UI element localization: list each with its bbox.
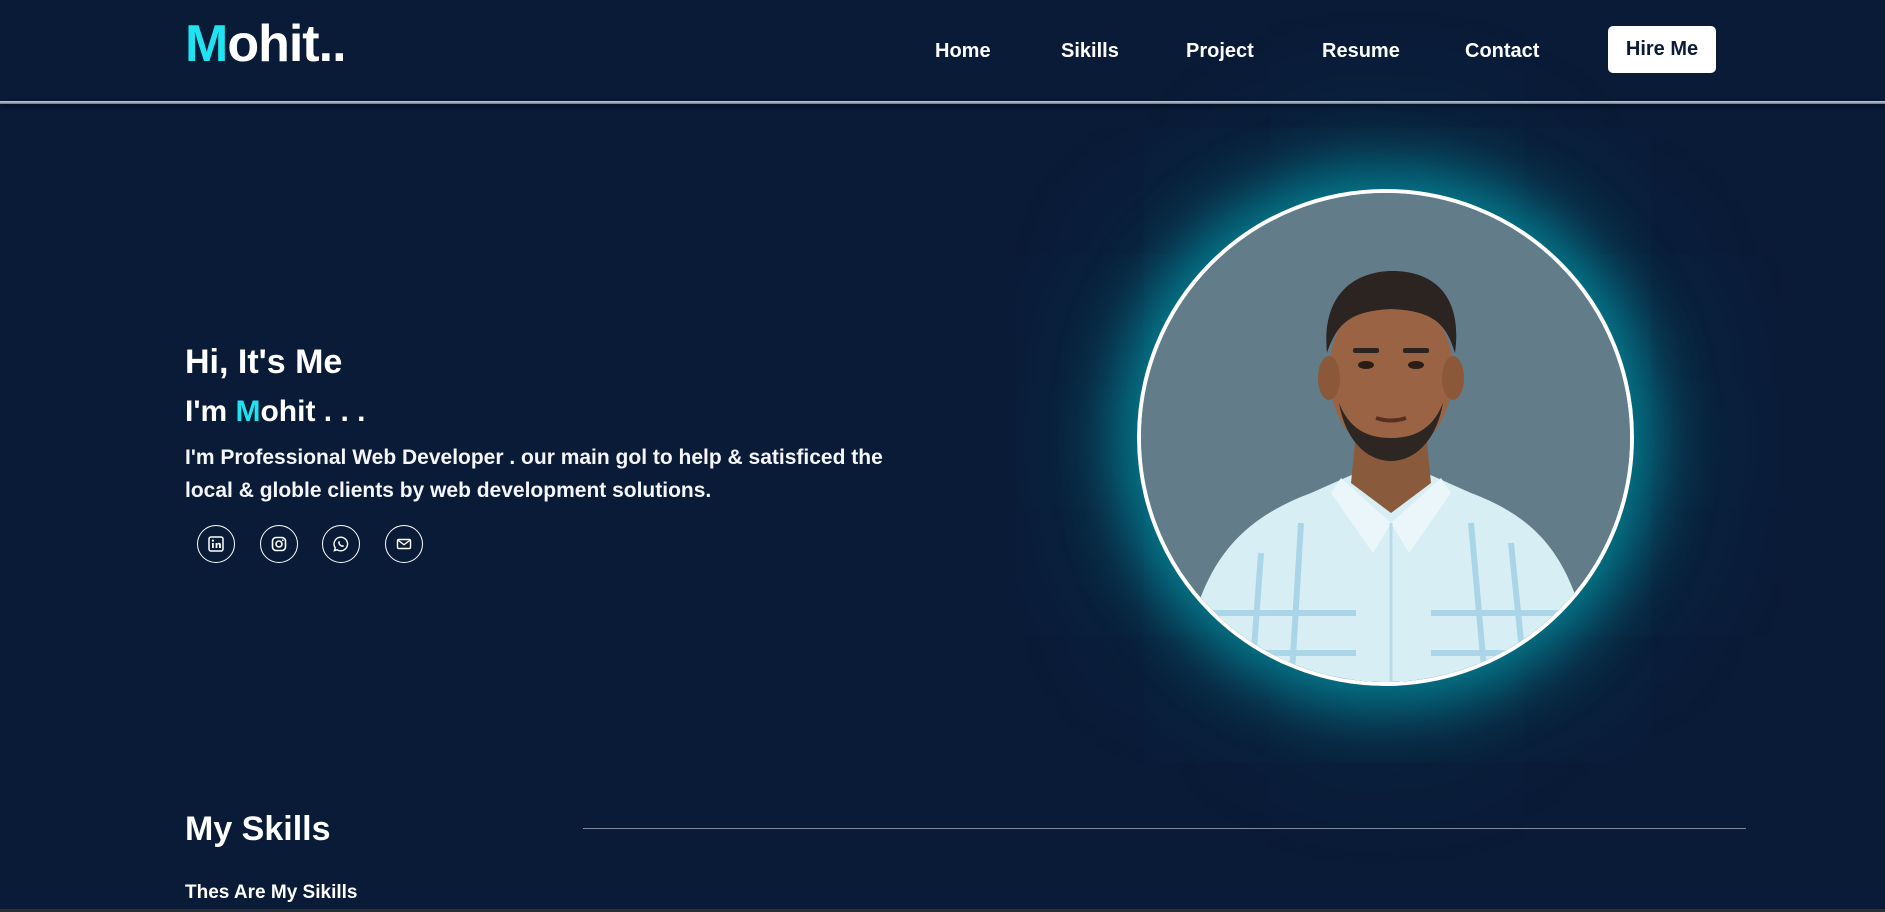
instagram-link[interactable]: [260, 525, 298, 563]
hero-greeting: Hi, It's Me: [185, 343, 343, 381]
profile-photo: [1137, 189, 1634, 686]
nav-skills[interactable]: Sikills: [1061, 40, 1119, 63]
profile-portrait-illustration: [1141, 193, 1630, 682]
site-logo[interactable]: Mohit..: [185, 14, 347, 74]
hero-name: I'm Mohit . . .: [185, 395, 365, 429]
hero-name-accent: M: [235, 395, 261, 428]
logo-text: ohit..: [227, 15, 346, 73]
skills-heading: My Skills: [185, 810, 331, 848]
hire-me-button[interactable]: Hire Me: [1608, 26, 1716, 73]
nav-home[interactable]: Home: [935, 40, 991, 63]
skills-divider: [583, 828, 1746, 829]
site-header: Mohit.. Home Sikills Project Resume Cont…: [0, 0, 1885, 102]
hero-name-rest: ohit . . .: [260, 395, 366, 428]
email-link[interactable]: [385, 525, 423, 563]
mail-icon: [396, 538, 412, 550]
hero-description: I'm Professional Web Developer . our mai…: [185, 446, 883, 502]
whatsapp-link[interactable]: [322, 525, 360, 563]
whatsapp-icon: [333, 536, 349, 552]
logo-accent-letter: M: [185, 15, 228, 73]
nav-contact[interactable]: Contact: [1465, 40, 1539, 63]
linkedin-link[interactable]: [197, 525, 235, 563]
header-divider: [0, 101, 1885, 104]
hero-name-prefix: I'm: [185, 395, 236, 428]
portfolio-page: Mohit.. Home Sikills Project Resume Cont…: [0, 0, 1885, 912]
skills-subheading: Thes Are My Sikills: [185, 882, 358, 903]
nav-resume[interactable]: Resume: [1322, 40, 1400, 63]
instagram-icon: [271, 536, 287, 552]
linkedin-icon: [208, 536, 224, 552]
nav-project[interactable]: Project: [1186, 40, 1254, 63]
